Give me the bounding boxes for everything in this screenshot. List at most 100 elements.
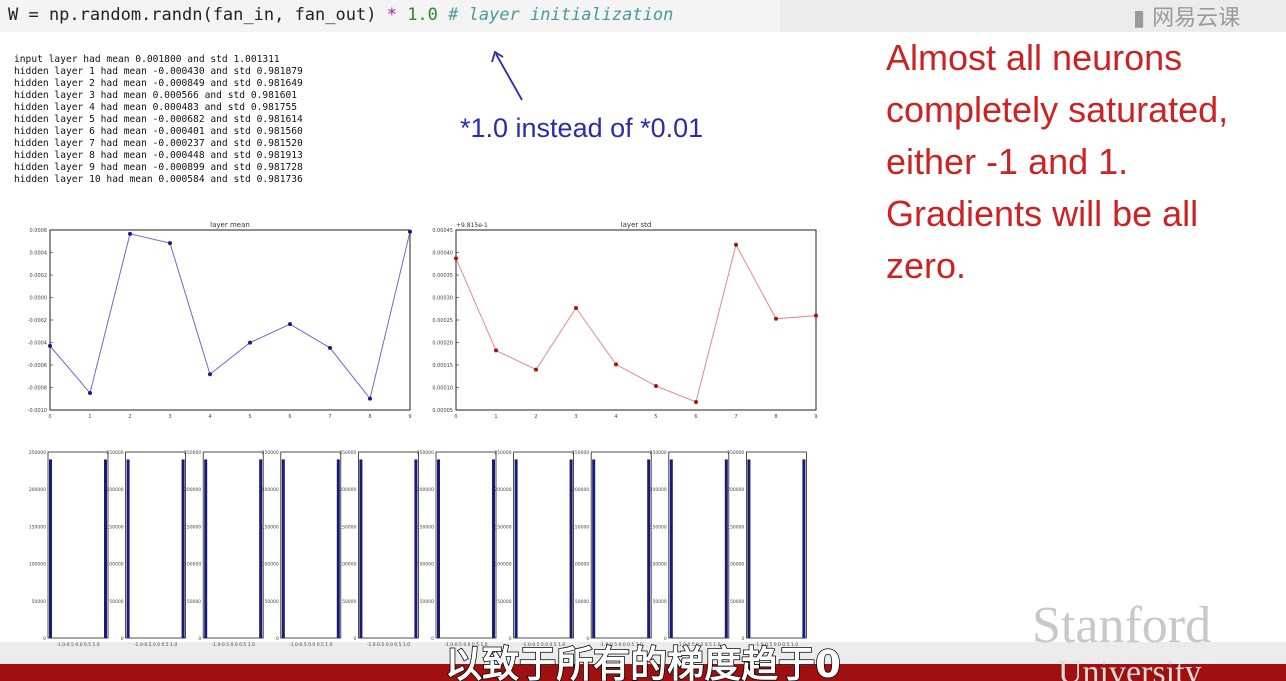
subtitle: 以致于所有的梯度趋于0	[444, 642, 841, 681]
x-tick-label: 7	[328, 414, 331, 420]
x-tick-label: 1	[494, 414, 497, 420]
histogram-y-tick-label: 100000	[494, 562, 511, 568]
histogram-y-tick-label: 200000	[572, 487, 589, 493]
y-tick-label: -0.0008	[28, 386, 47, 392]
histogram-bar	[592, 459, 596, 638]
series-line	[455, 243, 817, 403]
histogram-y-tick-label: 200000	[262, 487, 279, 493]
histogram-y-tick-label: 100000	[339, 562, 356, 568]
y-tick-label: -0.0010	[28, 408, 47, 414]
code-operator: *	[386, 5, 397, 25]
data-point	[248, 340, 252, 345]
histogram-y-tick-label: 100000	[29, 562, 46, 568]
data-point	[88, 391, 92, 396]
stats-line: hidden layer 5 had mean -0.000682 and st…	[14, 114, 303, 125]
x-tick-label: 2	[128, 414, 131, 420]
y-tick-label: 0.00020	[432, 341, 453, 347]
histogram-bar	[336, 459, 340, 638]
data-point	[48, 343, 52, 348]
y-tick-label: 0.00010	[432, 386, 453, 392]
x-tick-label: 3	[574, 414, 577, 420]
data-point	[574, 306, 578, 310]
histogram-frame	[280, 451, 342, 639]
data-point	[654, 384, 658, 388]
stats-line: hidden layer 10 had mean 0.000584 and st…	[14, 174, 303, 185]
histogram-y-tick-label: 50000	[187, 599, 201, 605]
stats-line: hidden layer 2 had mean -0.000849 and st…	[14, 78, 303, 89]
y-tick-label: 0.00030	[432, 296, 453, 302]
data-point	[814, 313, 818, 318]
histogram-bar	[514, 459, 518, 638]
histogram-y-tick-label: 50000	[32, 599, 46, 605]
plot-frame	[455, 229, 817, 411]
histogram-y-tick-label: 100000	[417, 562, 434, 568]
histogram-bar	[569, 459, 573, 638]
histogram-y-tick-label: 150000	[339, 524, 356, 530]
histogram-y-tick-label: 150000	[184, 524, 201, 530]
histogram-frame	[125, 451, 186, 639]
histogram-row: 250000200000150000100000500000-1.0-0.5 0…	[29, 450, 807, 648]
x-tick-label: 8	[368, 414, 371, 420]
histogram-bar	[49, 459, 52, 638]
code-number: 1.0	[396, 5, 438, 25]
histogram-y-tick-label: 200000	[727, 487, 744, 493]
annotation-blue: *1.0 instead of *0.01	[460, 113, 704, 143]
histogram-y-tick-label: 100000	[106, 562, 123, 568]
stats-line: hidden layer 8 had mean -0.000448 and st…	[14, 150, 303, 161]
histogram-bar	[281, 459, 285, 638]
data-point	[368, 396, 372, 401]
code-line: W = np.random.randn(fan_in, fan_out) * 1…	[8, 5, 673, 25]
histogram-y-tick-label: 150000	[262, 524, 279, 530]
data-point	[288, 322, 292, 327]
histogram-bar	[437, 459, 440, 638]
layer-mean-chart: layer mean 0.0006 0.0004 0.0002 0.0000 -0.000…	[28, 221, 412, 420]
histogram-y-tick-label: 250000	[494, 450, 511, 456]
histogram-y-tick-label: 250000	[184, 450, 201, 456]
histogram-y-tick-label: 250000	[727, 450, 744, 456]
code-bar: W = np.random.randn(fan_in, fan_out) * 1…	[0, 0, 780, 32]
histogram-y-tick-label: 50000	[420, 599, 434, 605]
stats-line: hidden layer 3 had mean 0.000566 and std…	[14, 90, 298, 101]
x-tick-label: 2	[534, 414, 537, 420]
y-tick-label: 0.00005	[432, 408, 453, 414]
stats-line: hidden layer 6 had mean -0.000401 and st…	[14, 126, 303, 137]
x-tick-label: 4	[208, 414, 211, 420]
histogram-y-tick-label: 150000	[417, 524, 434, 530]
y-tick-label: 0.0004	[30, 251, 48, 257]
histogram-y-tick-label: 150000	[106, 524, 123, 530]
data-point	[694, 400, 698, 404]
x-tick-label: 0	[48, 414, 51, 420]
histogram-frame	[357, 451, 419, 639]
histogram-y-tick-label: 50000	[730, 599, 744, 605]
histogram-bar	[747, 459, 751, 638]
stats-line: input layer had mean 0.001800 and std 1.…	[14, 54, 280, 65]
histogram-y-tick-label: 50000	[342, 599, 356, 605]
histogram-y-tick-label: 100000	[572, 562, 589, 568]
histogram-bar	[802, 459, 806, 638]
data-point	[774, 316, 778, 321]
histogram-y-tick-label: 150000	[727, 524, 744, 530]
histogram-y-tick-label: 200000	[417, 487, 434, 493]
annotation-red: Almost all neurons completely saturated,…	[886, 37, 1229, 286]
histogram-y-tick-label: 250000	[262, 450, 279, 456]
stats-line: hidden layer 9 had mean -0.000899 and st…	[14, 162, 303, 173]
stats-line: hidden layer 7 had mean -0.000237 and st…	[14, 138, 303, 149]
histogram-frame	[513, 451, 575, 639]
histogram-bar	[359, 459, 363, 638]
data-point	[328, 345, 332, 350]
y-tick-label: 0.0006	[30, 228, 48, 234]
x-tick-label: 7	[734, 414, 737, 420]
histogram-bar	[724, 459, 728, 638]
histogram-y-tick-label: 250000	[106, 450, 123, 456]
layer-std-chart: layer std +9.815e-10.00045 0.00040 0.00035 0…	[432, 221, 818, 420]
series-line	[49, 231, 411, 400]
arrow-icon	[491, 50, 523, 101]
y-tick-label: -0.0004	[28, 341, 47, 347]
histogram-y-tick-label: 100000	[727, 562, 744, 568]
histogram-y-tick-label: 250000	[572, 450, 589, 456]
histogram-frame	[668, 451, 730, 639]
histogram-bar	[104, 459, 107, 638]
histogram-y-tick-label: 200000	[339, 487, 356, 493]
histogram-y-tick-label: 150000	[29, 524, 46, 530]
histogram-bar	[126, 459, 130, 638]
